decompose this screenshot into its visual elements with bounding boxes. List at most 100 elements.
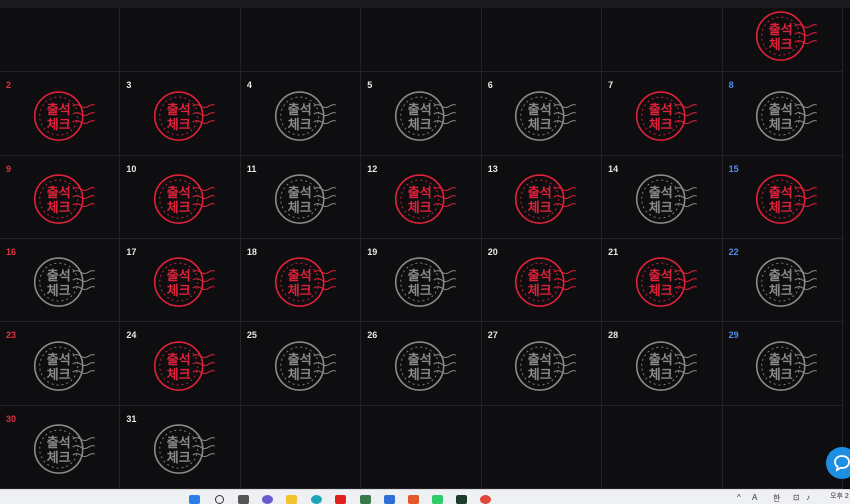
calendar-day-cell[interactable]: 27 출석 체크 [481,322,603,406]
calendar-day-cell[interactable]: 6 출석 체크 [481,72,603,156]
calendar-day-cell[interactable]: 15 출석 체크 [722,156,843,239]
day-number: 21 [608,247,619,257]
stamp-text-top: 출석 [528,102,552,118]
attendance-stamp-icon: 출석체크 [515,174,577,224]
day-number: 13 [487,164,498,174]
stamp-text-bottom: 체크 [649,368,673,383]
day-number: 2 [6,80,12,90]
stamp-text-top: 출석 [528,268,552,284]
tray-clock[interactable]: 오후 2 [830,491,849,501]
tray-font-icon[interactable]: A [752,493,757,502]
stamp-text-bottom: 체크 [769,284,793,299]
stamp-text-bottom: 체크 [769,39,793,54]
stamp-text-bottom: 체크 [287,201,311,216]
calendar-day-cell[interactable]: 25 출석 체크 [240,322,362,406]
calendar-day-cell[interactable]: 29 출석 체크 [722,322,843,406]
attendance-stamp-icon: 출석체크 [274,90,336,141]
stamp-text-bottom: 체크 [46,368,70,383]
calendar-day-cell[interactable]: 10 출석 체크 [120,156,241,239]
attendance-stamp-icon: 출석체크 [394,90,456,141]
calendar-day-cell[interactable]: 21 출석 체크 [602,239,723,322]
stamp-text-bottom: 체크 [649,118,673,133]
day-number: 26 [367,330,378,340]
calendar-day-cell[interactable]: 22 출석 체크 [722,239,843,322]
stamp-text-bottom: 체크 [769,118,793,133]
stamp-text-bottom: 체크 [167,284,191,299]
day-number: 7 [608,80,614,90]
attendance-stamp-icon: 출석체크 [33,424,95,474]
calendar-day-cell[interactable]: 16 출석 체크 [0,239,121,322]
stamp-text-top: 출석 [408,185,432,201]
calendar-day-cell [240,406,362,489]
stamp-text-top: 출석 [649,352,673,368]
stamp-text-bottom: 체크 [649,284,673,299]
calendar-day-cell[interactable]: 4 출석 체크 [240,72,362,156]
calendar-day-cell[interactable]: 2 출석 체크 [0,72,121,156]
attendance-stamp-icon: 출석체크 [33,340,95,391]
day-number: 9 [6,164,12,174]
calendar-day-cell[interactable]: 8 출석 체크 [722,72,843,156]
calendar-day-cell[interactable]: 24 출석 체크 [120,322,241,406]
stamp-text-bottom: 체크 [287,368,311,383]
tray-volume-icon[interactable]: ♪ [806,493,810,502]
stamp-text-top: 출석 [46,352,70,368]
day-number: 15 [728,164,739,174]
stamp-text-bottom: 체크 [287,118,311,133]
calendar-day-cell[interactable]: 28 출석 체크 [602,322,723,406]
calendar-day-cell[interactable]: 23 출석 체크 [0,322,121,406]
calendar-day-cell[interactable]: 31 출석 체크 [120,406,241,489]
day-number: 22 [728,247,739,257]
calendar-day-cell[interactable]: 3 출석 체크 [120,72,241,156]
calendar-day-cell[interactable]: 12 출석 체크 [361,156,482,239]
calendar-day-cell[interactable]: 5 출석 체크 [361,72,482,156]
tray-network-icon[interactable]: ⊡ [793,493,800,502]
calendar-day-cell[interactable]: 13 출석 체크 [481,156,603,239]
calendar-day-cell[interactable]: 19 출석 체크 [361,239,482,322]
day-number: 11 [246,164,257,174]
calendar-day-cell[interactable]: 14 출석 체크 [602,156,723,239]
attendance-stamp-icon: 출석체크 [274,340,336,391]
attendance-stamp-icon: 출석체크 [394,174,456,224]
calendar-day-cell[interactable]: 30 출석 체크 [0,406,121,489]
attendance-stamp-icon: 출석체크 [33,257,95,307]
calendar-day-cell [722,406,843,489]
calendar-day-cell[interactable]: 26 출석 체크 [361,322,482,406]
stamp-text-top: 출석 [408,102,432,118]
stamp-text-bottom: 체크 [528,118,552,133]
calendar-day-cell[interactable]: 17 출석 체크 [120,239,241,322]
calendar-day-cell[interactable]: 11 출석 체크 [240,156,362,239]
calendar-day-cell[interactable]: 20 출석 체크 [481,239,603,322]
tray-chevron-icon[interactable]: ^ [737,493,741,502]
attendance-stamp-icon: 출석체크 [33,174,95,224]
attendance-stamp-icon: 출석체크 [154,424,215,474]
stamp-text-top: 출석 [769,185,793,201]
calendar-day-cell[interactable]: 18 출석 체크 [240,239,362,322]
calendar-day-cell [481,406,603,489]
calendar-day-cell[interactable]: 9 출석 체크 [0,156,121,239]
stamp-text-top: 출석 [769,352,793,368]
attendance-stamp-icon: 출석체크 [756,174,818,224]
stamp-text-top: 출석 [46,268,70,284]
stamp-text-bottom: 체크 [528,368,552,383]
stamp-text-bottom: 체크 [46,201,70,216]
tray-language[interactable]: 한 [773,493,780,504]
stamp-text-bottom: 체크 [287,284,311,299]
attendance-stamp-icon: 출석체크 [394,257,456,307]
attendance-stamp-icon: 출석체크 [154,257,215,307]
calendar-day-cell [361,406,482,489]
stamp-text-top: 출석 [287,268,311,284]
stamp-text-top: 출석 [528,352,552,368]
calendar-day-cell [602,406,723,489]
day-number: 25 [246,330,257,340]
stamp-text-top: 출석 [46,435,70,451]
day-number: 19 [367,247,378,257]
calendar-day-cell [602,8,723,72]
attendance-stamp-icon: 출석체크 [274,257,336,307]
stamp-text-bottom: 체크 [46,284,70,299]
day-number: 24 [126,330,137,340]
calendar-day-cell: 출석 체크 [722,8,843,72]
calendar-day-cell [361,8,482,72]
attendance-stamp-icon: 출석체크 [515,340,577,391]
chat-button[interactable] [826,447,850,479]
calendar-day-cell[interactable]: 7 출석 체크 [602,72,723,156]
